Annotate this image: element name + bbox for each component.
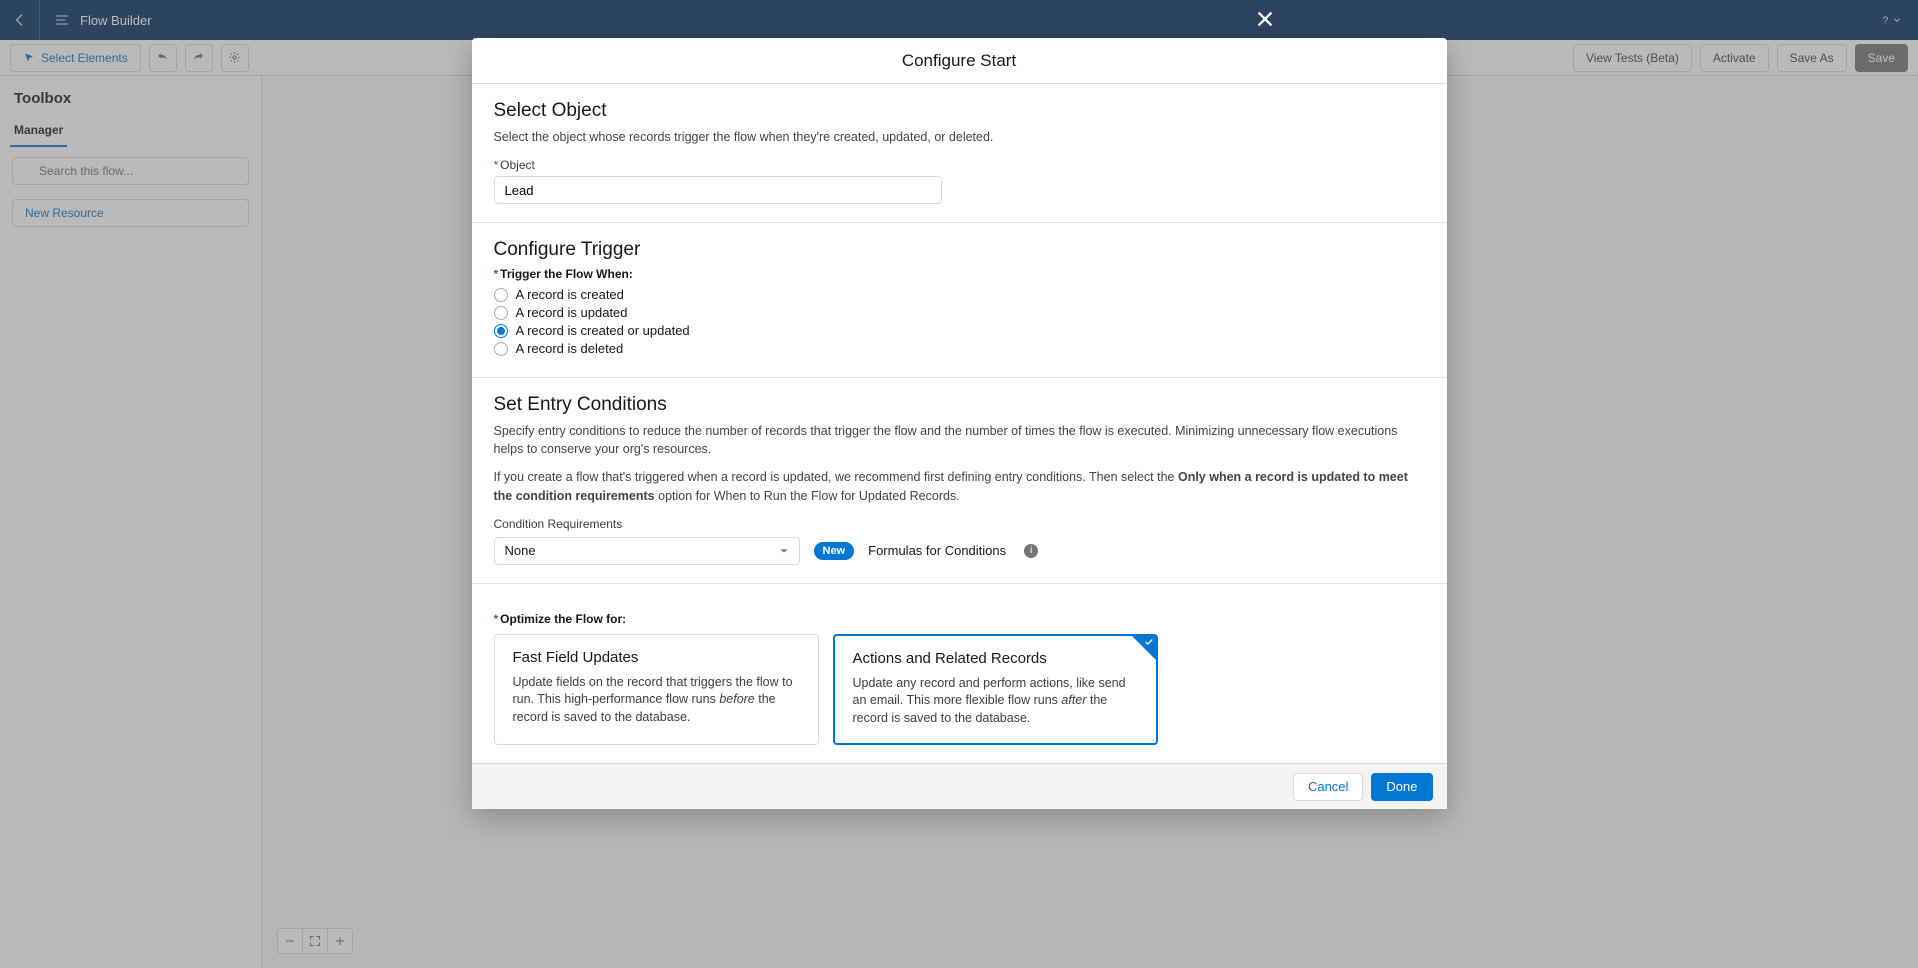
entry-desc2-post: option for When to Run the Flow for Upda… bbox=[655, 489, 960, 503]
object-input[interactable] bbox=[494, 176, 942, 204]
radio-button[interactable] bbox=[494, 342, 508, 356]
close-icon bbox=[1254, 8, 1276, 30]
opt-card1-title: Fast Field Updates bbox=[513, 649, 800, 666]
chevron-down-icon bbox=[779, 546, 789, 556]
trigger-option-label: A record is created or updated bbox=[516, 323, 690, 338]
modal-footer: Cancel Done bbox=[472, 763, 1447, 809]
trigger-option[interactable]: A record is created or updated bbox=[494, 323, 1425, 338]
done-button[interactable]: Done bbox=[1371, 773, 1432, 801]
select-object-desc: Select the object whose records trigger … bbox=[494, 128, 1425, 146]
entry-conditions-desc1: Specify entry conditions to reduce the n… bbox=[494, 422, 1425, 458]
condition-requirements-combobox[interactable]: None bbox=[494, 537, 800, 565]
check-icon bbox=[1144, 637, 1154, 647]
entry-conditions-heading: Set Entry Conditions bbox=[494, 394, 1425, 416]
radio-button[interactable] bbox=[494, 288, 508, 302]
c2-em: after bbox=[1061, 693, 1086, 707]
section-optimize: Optimize the Flow for: Fast Field Update… bbox=[472, 584, 1447, 764]
info-icon[interactable]: i bbox=[1024, 544, 1038, 558]
trigger-option[interactable]: A record is deleted bbox=[494, 341, 1425, 356]
entry-conditions-desc2: If you create a flow that's triggered wh… bbox=[494, 468, 1425, 504]
trigger-when-label: Trigger the Flow When: bbox=[494, 267, 1425, 281]
entry-desc2-pre: If you create a flow that's triggered wh… bbox=[494, 470, 1178, 484]
condition-requirements-value: None bbox=[505, 543, 536, 558]
opt-card1-desc: Update fields on the record that trigger… bbox=[513, 674, 800, 727]
condition-requirements-label: Condition Requirements bbox=[494, 517, 1425, 531]
trigger-option[interactable]: A record is updated bbox=[494, 305, 1425, 320]
configure-trigger-heading: Configure Trigger bbox=[494, 239, 1425, 261]
trigger-option-label: A record is updated bbox=[516, 305, 628, 320]
opt-card2-desc: Update any record and perform actions, l… bbox=[853, 675, 1138, 728]
section-configure-trigger: Configure Trigger Trigger the Flow When:… bbox=[472, 223, 1447, 378]
radio-button[interactable] bbox=[494, 306, 508, 320]
trigger-option-label: A record is created bbox=[516, 287, 624, 302]
trigger-option-label: A record is deleted bbox=[516, 341, 624, 356]
select-object-heading: Select Object bbox=[494, 100, 1425, 122]
cancel-button[interactable]: Cancel bbox=[1293, 773, 1363, 801]
modal-close-button[interactable] bbox=[1254, 8, 1278, 32]
section-entry-conditions: Set Entry Conditions Specify entry condi… bbox=[472, 378, 1447, 584]
new-pill: New bbox=[814, 542, 855, 560]
configure-start-modal: Configure Start Select Object Select the… bbox=[472, 38, 1447, 809]
trigger-option[interactable]: A record is created bbox=[494, 287, 1425, 302]
opt-card2-title: Actions and Related Records bbox=[853, 650, 1138, 667]
optimize-card-fast-field-updates[interactable]: Fast Field Updates Update fields on the … bbox=[494, 634, 819, 746]
optimize-label: Optimize the Flow for: bbox=[494, 612, 1425, 626]
radio-button[interactable] bbox=[494, 324, 508, 338]
c1-em: before bbox=[719, 692, 754, 706]
selected-corner bbox=[1132, 636, 1156, 660]
optimize-card-actions-related-records[interactable]: Actions and Related Records Update any r… bbox=[833, 634, 1158, 746]
object-label: Object bbox=[494, 158, 1425, 172]
section-select-object: Select Object Select the object whose re… bbox=[472, 84, 1447, 223]
modal-title: Configure Start bbox=[472, 38, 1447, 84]
formulas-label: Formulas for Conditions bbox=[868, 543, 1006, 558]
